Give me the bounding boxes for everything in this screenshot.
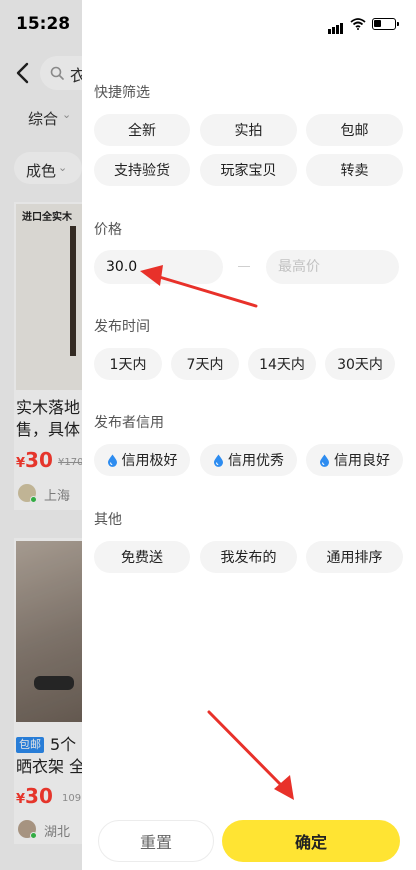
other-my-posts[interactable]: 我发布的 <box>200 541 297 573</box>
credit-good-label: 信用良好 <box>334 453 390 469</box>
reset-button[interactable]: 重置 <box>98 820 214 862</box>
credit-good-chip[interactable]: 信用良好 <box>306 444 403 476</box>
quick-filter-new[interactable]: 全新 <box>94 114 190 146</box>
quick-filter-free-shipping[interactable]: 包邮 <box>306 114 403 146</box>
confirm-button[interactable]: 确定 <box>222 820 400 862</box>
water-drop-icon <box>320 454 329 467</box>
quick-filter-real-photo[interactable]: 实拍 <box>200 114 297 146</box>
publish-time-30-days[interactable]: 30天内 <box>325 348 395 380</box>
credit-great-label: 信用优秀 <box>228 453 284 469</box>
cellular-signal-icon <box>328 15 344 34</box>
price-title: 价格 <box>94 222 122 238</box>
credit-excellent-chip[interactable]: 信用极好 <box>94 444 190 476</box>
water-drop-icon <box>107 454 117 467</box>
other-free-giveaway[interactable]: 免费送 <box>94 541 190 573</box>
wifi-icon <box>350 18 366 30</box>
status-icons <box>328 15 399 34</box>
price-range-separator <box>238 266 250 267</box>
credit-great-chip[interactable]: 信用优秀 <box>200 444 297 476</box>
quick-filter-inspection[interactable]: 支持验货 <box>94 154 190 186</box>
quick-filter-player-treasure[interactable]: 玩家宝贝 <box>200 154 297 186</box>
quick-filter-resale[interactable]: 转卖 <box>306 154 403 186</box>
min-price-input[interactable] <box>94 250 223 284</box>
water-drop-icon <box>214 454 223 467</box>
quick-filter-title: 快捷筛选 <box>94 85 150 101</box>
battery-icon <box>372 18 399 30</box>
publish-time-1-day[interactable]: 1天内 <box>94 348 162 380</box>
publish-time-14-days[interactable]: 14天内 <box>248 348 316 380</box>
other-title: 其他 <box>94 512 122 528</box>
publish-time-title: 发布时间 <box>94 319 150 335</box>
other-general-sort[interactable]: 通用排序 <box>306 541 403 573</box>
filter-drawer: 快捷筛选 全新 实拍 包邮 支持验货 玩家宝贝 转卖 价格 发布时间 1天内 7… <box>82 0 416 870</box>
max-price-input[interactable] <box>266 250 399 284</box>
publish-time-7-days[interactable]: 7天内 <box>171 348 239 380</box>
credit-excellent-label: 信用极好 <box>121 453 178 469</box>
seller-credit-title: 发布者信用 <box>94 415 164 431</box>
